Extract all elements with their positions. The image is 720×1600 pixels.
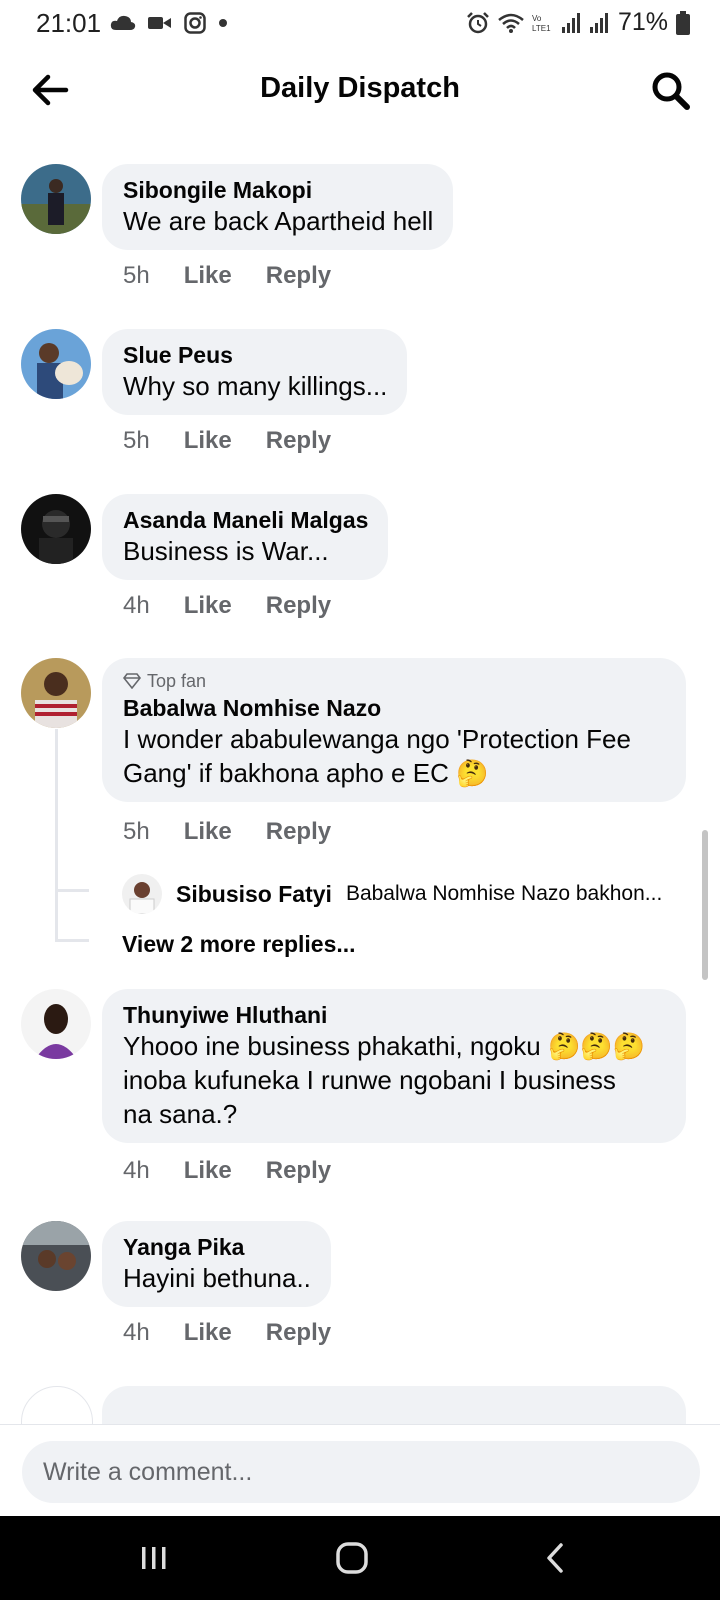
comment-text-line: inoba kufuneka I runwe ngobani I busines… (123, 1065, 616, 1095)
comments-feed: Sibongile Makopi We are back Apartheid h… (0, 134, 720, 1424)
avatar[interactable] (21, 989, 91, 1059)
alarm-icon (467, 11, 489, 33)
recent-apps-icon (142, 1547, 166, 1569)
comment-bubble[interactable]: Thunyiwe Hluthani Yhooo ine business pha… (102, 989, 686, 1143)
like-button[interactable]: Like (184, 427, 232, 455)
avatar (21, 1386, 93, 1424)
scrollbar-thumb[interactable] (702, 830, 708, 980)
reply-button[interactable]: Reply (266, 818, 331, 846)
avatar[interactable] (21, 658, 91, 728)
cloud-icon (110, 15, 136, 30)
system-nav-bar (0, 1516, 720, 1600)
reply-button[interactable]: Reply (266, 1157, 331, 1185)
lte-icon: VoLTE1 (532, 14, 551, 33)
reply-button[interactable]: Reply (266, 592, 331, 620)
comment-bubble[interactable]: Asanda Maneli Malgas Business is War... (102, 494, 389, 580)
diamond-icon (123, 673, 141, 689)
avatar[interactable] (21, 329, 91, 399)
wifi-icon (498, 13, 524, 33)
signal-icon (589, 12, 608, 33)
top-fan-badge: Top fan (123, 670, 666, 692)
status-bar: 21:01 Vo LTE1 71% (0, 0, 720, 48)
reply-button[interactable]: Reply (266, 262, 331, 290)
comment-text: Hayini bethuna.. (123, 1263, 311, 1293)
comment-text-line: na sana.? (123, 1099, 238, 1129)
comment-actions: 4h Like Reply (123, 592, 331, 620)
reply-button[interactable]: Reply (266, 1319, 331, 1347)
recent-apps-button[interactable] (132, 1536, 176, 1580)
comment-time: 4h (123, 592, 150, 619)
comment-author[interactable]: Asanda Maneli Malgas (123, 506, 368, 534)
app-header: Daily Dispatch (0, 48, 720, 134)
comment-actions: 4h Like Reply (123, 1319, 331, 1347)
thread-line (55, 939, 89, 942)
like-button[interactable]: Like (184, 592, 232, 620)
like-button[interactable]: Like (184, 1319, 232, 1347)
reply-button[interactable]: Reply (266, 427, 331, 455)
comment-bubble[interactable]: Sibongile Makopi We are back Apartheid h… (102, 164, 454, 250)
comment-actions: 5h Like Reply (123, 427, 331, 455)
search-icon (652, 72, 690, 110)
comment-author[interactable]: Sibongile Makopi (123, 176, 433, 204)
avatar[interactable] (21, 1221, 91, 1291)
comment-text: Business is War... (123, 536, 329, 566)
comment-bubble[interactable]: Slue Peus Why so many killings... (102, 329, 408, 415)
comment-author[interactable]: Thunyiwe Hluthani (123, 1001, 666, 1029)
svg-text:LTE1: LTE1 (532, 24, 551, 33)
comment-text-line: Gang' if bakhona apho e EC 🤔 (123, 758, 489, 788)
comment-actions: 5h Like Reply (123, 262, 331, 290)
comment-bubble[interactable]: Top fan Babalwa Nomhise Nazo I wonder ab… (102, 658, 686, 802)
home-button[interactable] (330, 1536, 374, 1580)
comment-composer: Write a comment... (0, 1424, 720, 1517)
comment-time: 5h (123, 818, 150, 845)
like-button[interactable]: Like (184, 262, 232, 290)
reply-author[interactable]: Sibusiso Fatyi (176, 881, 332, 908)
like-button[interactable]: Like (184, 818, 232, 846)
back-nav-button[interactable] (534, 1536, 578, 1580)
battery-icon (676, 10, 690, 35)
signal-icon (561, 12, 580, 33)
comment-text: We are back Apartheid hell (123, 206, 434, 236)
reply-text: Babalwa Nomhise Nazo bakhon... (345, 882, 663, 905)
dot-icon (219, 19, 227, 27)
avatar[interactable] (21, 164, 91, 234)
comment-text: Why so many killings... (123, 371, 388, 401)
comment-text-line: Yhooo ine business phakathi, ngoku 🤔🤔🤔 (123, 1031, 646, 1061)
video-icon (148, 17, 171, 29)
home-icon (336, 1542, 368, 1574)
comment-time: 4h (123, 1319, 150, 1346)
comment-time: 5h (123, 262, 150, 289)
comment-time: 4h (123, 1157, 150, 1184)
svg-text:Vo: Vo (532, 14, 542, 23)
view-more-replies-link[interactable]: View 2 more replies... (122, 931, 356, 958)
comment-author[interactable]: Slue Peus (123, 341, 387, 369)
comment-actions: 5h Like Reply (123, 818, 331, 846)
page-title: Daily Dispatch (260, 72, 460, 104)
comment-bubble (102, 1386, 686, 1424)
reply-preview[interactable]: Sibusiso Fatyi Babalwa Nomhise Nazo bakh… (122, 874, 662, 914)
like-button[interactable]: Like (184, 1157, 232, 1185)
avatar[interactable] (21, 494, 91, 564)
status-time: 21:01 (36, 8, 102, 38)
comment-author[interactable]: Babalwa Nomhise Nazo (123, 694, 666, 722)
comment-text-line: I wonder ababulewanga ngo 'Protection Fe… (123, 724, 631, 754)
chevron-left-icon (547, 1543, 563, 1573)
comment-actions: 4h Like Reply (123, 1157, 331, 1185)
comment-author[interactable]: Yanga Pika (123, 1233, 311, 1261)
thread-line (55, 729, 58, 939)
battery-percent: 71% (617, 8, 668, 36)
comment-input[interactable]: Write a comment... (22, 1441, 700, 1503)
thread-line (55, 889, 89, 892)
instagram-icon (184, 12, 206, 34)
comment-bubble[interactable]: Yanga Pika Hayini bethuna.. (102, 1221, 331, 1307)
comment-time: 5h (123, 427, 150, 454)
search-button[interactable] (648, 68, 692, 112)
avatar[interactable] (122, 874, 162, 914)
